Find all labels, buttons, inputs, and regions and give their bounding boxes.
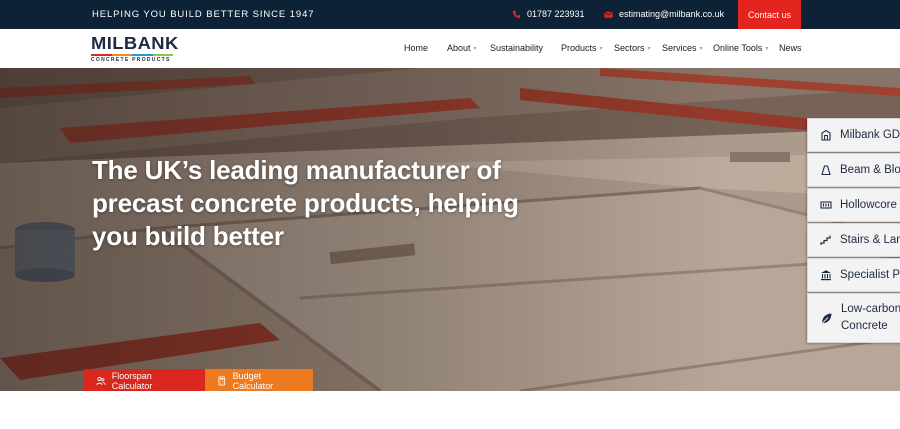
- phone-link[interactable]: 01787 223931: [512, 9, 585, 19]
- nav-online-tools[interactable]: Online Tools ▾: [713, 43, 768, 53]
- tagline: HELPING YOU BUILD BETTER SINCE 1947: [92, 9, 315, 20]
- nav-home[interactable]: Home: [404, 43, 428, 53]
- budget-label: Budget Calculator: [232, 370, 274, 391]
- logo-stripe: [91, 54, 173, 56]
- budget-calculator-button[interactable]: Budget Calculator: [205, 369, 313, 391]
- beam-block-icon: [821, 165, 831, 176]
- stairs-icon: [820, 235, 831, 245]
- nav-sustainability[interactable]: Sustainability: [490, 43, 543, 53]
- page-content-area: [0, 391, 900, 429]
- contact-us-button[interactable]: Contact us: [738, 0, 801, 29]
- building-icon: [821, 129, 831, 141]
- envelope-icon: [604, 10, 613, 18]
- email-link[interactable]: estimating@milbank.co.uk: [604, 9, 724, 19]
- calculator-icon: [218, 376, 226, 385]
- product-tab-milbank-gd[interactable]: Milbank GD: [807, 118, 900, 152]
- product-tab-specialist[interactable]: Specialist P: [807, 258, 900, 292]
- hero-headline: The UK’s leading manufacturer of precast…: [92, 155, 519, 251]
- chevron-down-icon: ▾: [647, 45, 651, 52]
- nav-products[interactable]: Products ▾: [561, 43, 603, 53]
- logo-wordmark: MILBANK: [91, 33, 179, 53]
- phone-icon: [512, 10, 521, 18]
- top-bar: HELPING YOU BUILD BETTER SINCE 1947 0178…: [0, 0, 900, 29]
- nav-services[interactable]: Services ▾: [662, 43, 703, 53]
- product-tab-beam-block[interactable]: Beam & Blo: [807, 153, 900, 187]
- product-tab-low-carbon-concrete[interactable]: Low-carbon Concrete: [807, 293, 900, 343]
- floorspan-calculator-button[interactable]: Floorspan Calculator: [84, 369, 205, 391]
- nav-news[interactable]: News: [779, 43, 802, 53]
- hero-section: The UK’s leading manufacturer of precast…: [0, 68, 900, 391]
- product-tab-hollowcore[interactable]: Hollowcore: [807, 188, 900, 222]
- leaf-icon: [821, 313, 832, 324]
- product-tab-stairs[interactable]: Stairs & Lan: [807, 223, 900, 257]
- bank-icon: [821, 270, 831, 281]
- nav-about[interactable]: About ▾: [447, 43, 477, 53]
- header: MILBANK CONCRETE PRODUCTS Home About ▾ Su…: [0, 29, 900, 68]
- nav-sectors[interactable]: Sectors ▾: [614, 43, 651, 53]
- floorspan-label: Floorspan Calculator: [111, 370, 153, 391]
- chevron-down-icon: ▾: [699, 45, 703, 52]
- hollowcore-icon: [820, 201, 832, 209]
- chevron-down-icon: ▾: [765, 45, 769, 52]
- people-icon: [96, 376, 106, 385]
- logo-subtitle: CONCRETE PRODUCTS: [91, 57, 171, 63]
- chevron-down-icon: ▾: [599, 45, 603, 52]
- phone-number: 01787 223931: [527, 9, 585, 19]
- email-address: estimating@milbank.co.uk: [619, 9, 725, 19]
- chevron-down-icon: ▾: [473, 45, 477, 52]
- milbank-logo[interactable]: MILBANK CONCRETE PRODUCTS: [91, 34, 178, 63]
